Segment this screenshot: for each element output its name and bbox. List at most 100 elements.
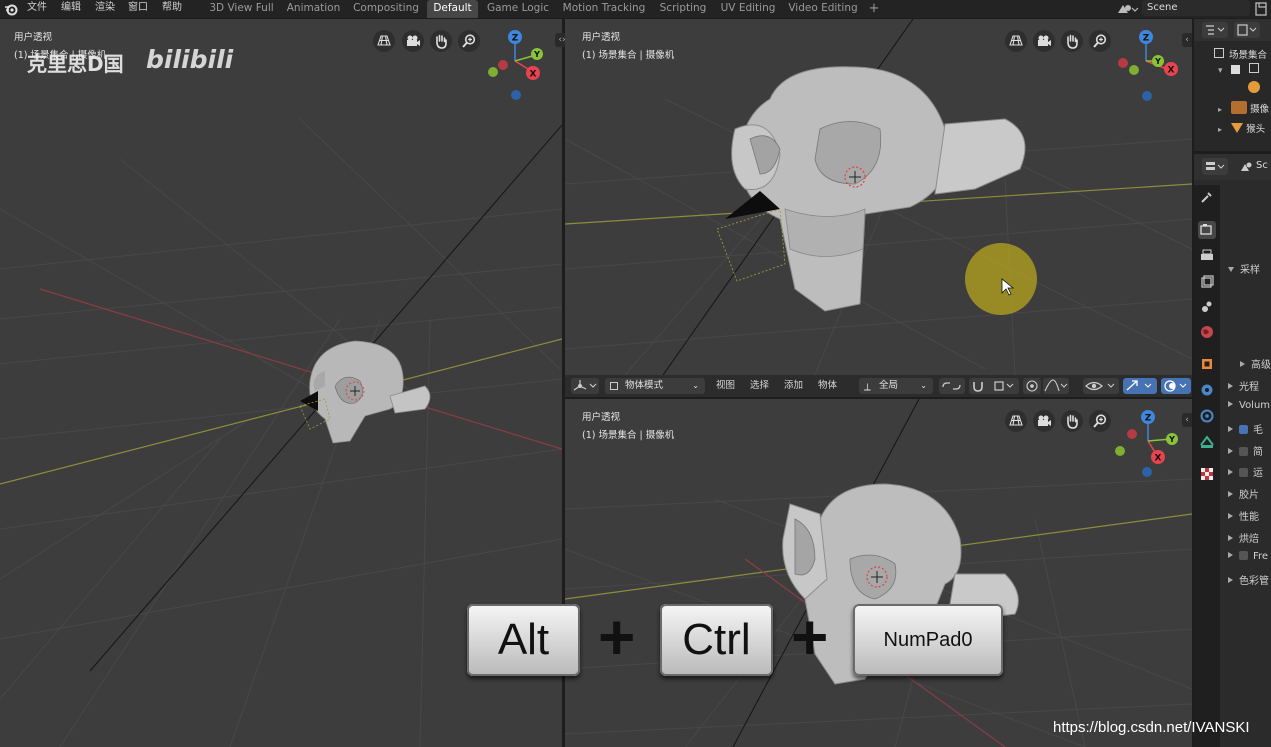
outliner-row-monkey[interactable]: ▸ 猴头 <box>1218 121 1265 135</box>
menu-edit[interactable]: 编辑 <box>61 0 81 18</box>
sidebar-toggle-icon[interactable]: ‹ <box>1182 33 1192 47</box>
menu-window[interactable]: 窗口 <box>128 0 148 18</box>
neg-x-handle[interactable] <box>498 60 508 70</box>
viewport-bottom-right[interactable]: 用户透视 (1) 场景集合 | 摄像机 Z Y X ‹ <box>565 399 1192 747</box>
panel-motion-blur[interactable]: 运 <box>1228 464 1263 479</box>
zoom-view-button[interactable] <box>1089 30 1111 52</box>
new-scene-icon[interactable] <box>1253 1 1269 17</box>
outliner-editor-type-button[interactable] <box>1202 22 1228 38</box>
panel-film[interactable]: 胶片 <box>1228 486 1259 501</box>
panel-volumes[interactable]: Volum <box>1228 400 1270 411</box>
toggle-grid-button[interactable] <box>1005 30 1027 52</box>
transform-orientation-dropdown[interactable]: ⟂ 全局 ⌄ <box>859 378 933 394</box>
menu-file[interactable]: 文件 <box>27 0 47 18</box>
outliner-row-scene-collection[interactable]: 场景集合 <box>1214 47 1267 61</box>
scene-name-field[interactable]: Scene <box>1142 0 1250 16</box>
neg-x-handle[interactable] <box>1118 58 1128 68</box>
outliner-row-camera[interactable]: ▸ 摄像 <box>1218 101 1269 115</box>
tab-default[interactable]: Default <box>427 0 478 18</box>
panel-color-management[interactable]: 色彩管 <box>1228 572 1269 587</box>
falloff-dropdown[interactable] <box>1043 378 1069 394</box>
zoom-view-button[interactable] <box>1089 410 1111 432</box>
interaction-mode-dropdown[interactable]: 物体模式 ⌄ <box>605 378 705 394</box>
panel-sampling[interactable]: 采样 <box>1228 261 1260 276</box>
neg-z-handle[interactable] <box>1142 467 1152 477</box>
blender-logo-icon[interactable] <box>4 2 18 16</box>
viewport-top-right[interactable]: 用户透视 (1) 场景集合 | 摄像机 Z Y X ‹ <box>565 19 1192 375</box>
scene-icon <box>1241 162 1252 171</box>
panel-enable-checkbox[interactable] <box>1239 551 1248 560</box>
camera-view-button[interactable] <box>402 30 424 52</box>
outliner-row-collection[interactable]: ▾ <box>1218 63 1260 76</box>
navigation-gizmo[interactable]: Z Y X <box>1109 408 1179 488</box>
sidebar-toggle-icon[interactable]: ‹ <box>1182 413 1192 427</box>
menu-help[interactable]: 帮助 <box>162 0 182 18</box>
pivot-point-button[interactable] <box>939 378 965 394</box>
neg-y-handle[interactable] <box>1115 446 1125 456</box>
tab-3d-view-full[interactable]: 3D View Full <box>204 0 279 18</box>
navigation-gizmo[interactable]: Z Y X <box>484 28 554 108</box>
neg-x-handle[interactable] <box>1127 429 1137 439</box>
toggle-grid-button[interactable] <box>373 30 395 52</box>
pan-view-button[interactable] <box>430 30 452 52</box>
tab-uv-editing[interactable]: UV Editing <box>716 0 780 18</box>
panel-enable-checkbox[interactable] <box>1239 468 1248 477</box>
menu-render[interactable]: 渲染 <box>95 0 115 18</box>
tab-object[interactable] <box>1198 355 1216 373</box>
gizmo-toggle[interactable] <box>1123 378 1157 394</box>
tab-motion-tracking[interactable]: Motion Tracking <box>558 0 650 18</box>
tab-physics[interactable] <box>1198 407 1216 425</box>
tab-compositing[interactable]: Compositing <box>349 0 423 18</box>
neg-y-handle[interactable] <box>1129 65 1139 75</box>
panel-advanced[interactable]: 高级 <box>1240 356 1271 371</box>
overlays-toggle[interactable] <box>1161 378 1191 394</box>
panel-hair[interactable]: 毛 <box>1228 421 1263 436</box>
panel-bake[interactable]: 烘焙 <box>1228 530 1259 545</box>
scene-selector-icon[interactable] <box>1115 1 1139 17</box>
visibility-dropdown[interactable] <box>1083 378 1119 394</box>
pan-view-button[interactable] <box>1061 410 1083 432</box>
menu-select[interactable]: 选择 <box>750 378 769 394</box>
tab-constraints[interactable] <box>1198 433 1216 451</box>
panel-label: Fre <box>1253 551 1269 562</box>
panel-light-paths[interactable]: 光程 <box>1228 378 1259 393</box>
tab-modifiers[interactable] <box>1198 381 1216 399</box>
menu-add[interactable]: 添加 <box>784 378 803 394</box>
snap-toggle[interactable] <box>969 378 1019 394</box>
tab-video-editing[interactable]: Video Editing <box>784 0 862 18</box>
editor-type-button[interactable] <box>571 378 599 394</box>
tab-world[interactable] <box>1198 323 1216 341</box>
panel-simplify[interactable]: 简 <box>1228 443 1263 458</box>
toggle-grid-button[interactable] <box>1005 410 1027 432</box>
pan-view-button[interactable] <box>1061 30 1083 52</box>
tab-output[interactable] <box>1198 247 1216 265</box>
menu-object[interactable]: 物体 <box>818 378 837 394</box>
properties-editor-type-button[interactable] <box>1202 158 1228 175</box>
tab-tool[interactable] <box>1198 189 1216 207</box>
tab-scripting[interactable]: Scripting <box>654 0 712 18</box>
panel-enable-checkbox[interactable] <box>1239 447 1248 456</box>
monkey-mesh[interactable] <box>309 340 431 444</box>
panel-performance[interactable]: 性能 <box>1228 508 1259 523</box>
checkbox-icon[interactable] <box>1231 65 1241 74</box>
panel-enable-checkbox[interactable] <box>1239 425 1248 434</box>
neg-z-handle[interactable] <box>511 90 521 100</box>
tab-render[interactable] <box>1198 221 1216 239</box>
tab-game-logic[interactable]: Game Logic <box>482 0 554 18</box>
display-mode-button[interactable] <box>1234 22 1260 38</box>
tab-animation[interactable]: Animation <box>282 0 345 18</box>
navigation-gizmo[interactable]: Z Y X <box>1115 28 1185 108</box>
tab-texture[interactable] <box>1198 465 1216 483</box>
camera-view-button[interactable] <box>1033 30 1055 52</box>
camera-view-button[interactable] <box>1033 410 1055 432</box>
neg-z-handle[interactable] <box>1142 91 1152 101</box>
tab-view-layer[interactable] <box>1198 273 1216 291</box>
proportional-edit-toggle[interactable] <box>1023 378 1041 394</box>
panel-freestyle[interactable]: Fre <box>1228 551 1268 562</box>
add-workspace-button[interactable]: + <box>866 0 882 18</box>
menu-view[interactable]: 视图 <box>716 378 735 394</box>
zoom-view-button[interactable] <box>458 30 480 52</box>
light-icon[interactable] <box>1248 81 1260 93</box>
tab-scene[interactable] <box>1198 298 1216 316</box>
neg-y-handle[interactable] <box>488 67 498 77</box>
